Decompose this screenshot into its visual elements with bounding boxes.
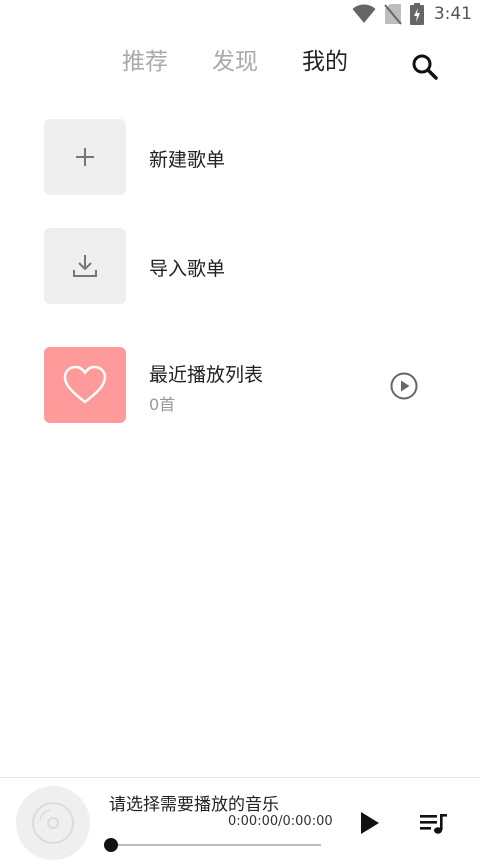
- recent-playlist-item[interactable]: 最近播放列表 0首: [44, 347, 444, 423]
- play-circle-icon: [390, 372, 418, 400]
- wifi-icon: [352, 4, 376, 23]
- import-playlist-thumb: [44, 228, 126, 304]
- search-button[interactable]: [410, 52, 440, 82]
- recent-play-button[interactable]: [389, 371, 419, 401]
- progress-bar[interactable]: [104, 838, 321, 852]
- status-time: 3:41: [433, 4, 472, 24]
- battery-charging-icon: [409, 3, 424, 25]
- new-playlist-thumb: [44, 119, 126, 195]
- top-nav: 推荐 发现 我的: [0, 44, 480, 84]
- queue-music-icon: [420, 814, 447, 834]
- heart-icon: [63, 365, 107, 404]
- new-playlist-item[interactable]: 新建歌单: [44, 119, 444, 195]
- mini-player[interactable]: 请选择需要播放的音乐 0:00:00/0:00:00: [0, 777, 480, 864]
- new-playlist-label: 新建歌单: [149, 149, 226, 171]
- status-bar: 3:41: [0, 0, 480, 28]
- import-playlist-label: 导入歌单: [149, 258, 226, 280]
- playlist-queue-button[interactable]: [419, 812, 449, 836]
- progress-handle[interactable]: [104, 838, 118, 852]
- tab-recommend[interactable]: 推荐: [122, 44, 168, 80]
- recent-playlist-thumb: [44, 347, 126, 423]
- disc-icon: [32, 802, 74, 844]
- song-title: 请选择需要播放的音乐: [109, 795, 279, 815]
- import-icon: [73, 255, 97, 277]
- import-playlist-item[interactable]: 导入歌单: [44, 228, 444, 304]
- no-sim-icon: [384, 4, 402, 25]
- plus-icon: [76, 148, 94, 166]
- album-disc[interactable]: [16, 786, 90, 860]
- search-icon: [412, 54, 438, 80]
- recent-playlist-count: 0首: [149, 395, 176, 414]
- recent-playlist-label: 最近播放列表: [149, 364, 264, 386]
- play-icon: [361, 812, 379, 834]
- play-button[interactable]: [358, 810, 382, 836]
- play-time: 0:00:00/0:00:00: [228, 814, 333, 829]
- tab-discover[interactable]: 发现: [212, 44, 258, 80]
- status-icons: 3:41: [352, 2, 472, 26]
- tab-mine[interactable]: 我的: [302, 44, 348, 80]
